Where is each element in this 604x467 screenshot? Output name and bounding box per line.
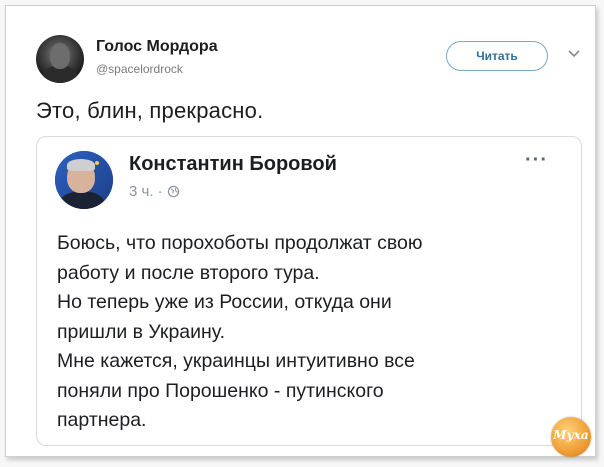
quoted-post-meta: 3 ч. · bbox=[129, 183, 180, 200]
watermark-text: Муха bbox=[553, 428, 589, 442]
post-text-line: партнера. bbox=[57, 409, 147, 431]
more-options-icon[interactable]: ··· bbox=[525, 149, 548, 172]
quoted-author-avatar[interactable] bbox=[55, 151, 113, 209]
author-handle[interactable]: @spacelordrock bbox=[96, 62, 183, 76]
post-text-line: Но теперь уже из России, откуда они bbox=[57, 291, 392, 313]
post-text-line: поняли про Порошенко - путинского bbox=[57, 379, 384, 402]
follow-button[interactable]: Читать bbox=[446, 41, 548, 71]
chevron-down-icon[interactable] bbox=[567, 46, 581, 60]
quoted-author-name[interactable]: Константин Боровой bbox=[129, 153, 337, 176]
author-avatar[interactable] bbox=[36, 35, 84, 83]
post-text-line: Боюсь, что порохоботы продолжат свою bbox=[57, 232, 423, 254]
watermark-logo: Муха bbox=[551, 417, 591, 457]
post-text-line: пришли в Украину. bbox=[57, 320, 226, 343]
quoted-post-text: Боюсь, что порохоботы продолжат свою раб… bbox=[57, 229, 567, 436]
globe-icon bbox=[167, 185, 179, 198]
author-name[interactable]: Голос Мордора bbox=[96, 38, 218, 56]
post-text-line: Мне кажется, украинцы интуитивно все bbox=[57, 350, 415, 372]
post-text-line: работу и после второго тура. bbox=[57, 261, 320, 284]
tweet-card: Голос Мордора @spacelordrock Читать Это,… bbox=[5, 5, 596, 457]
quoted-post[interactable]: Константин Боровой 3 ч. · ··· Боюсь, что… bbox=[36, 136, 582, 446]
post-time[interactable]: 3 ч. · bbox=[129, 183, 163, 200]
tweet-text: Это, блин, прекрасно. bbox=[36, 98, 264, 123]
